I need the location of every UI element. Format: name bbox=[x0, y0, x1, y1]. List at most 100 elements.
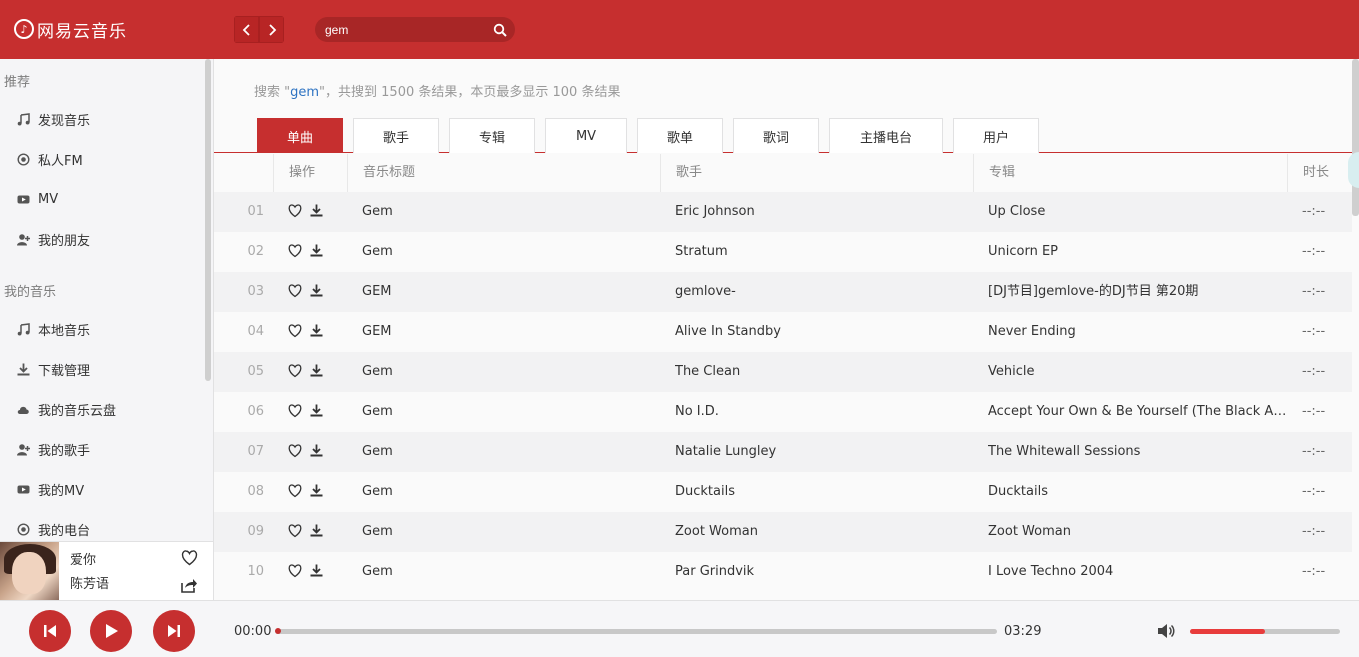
sidebar-scrollbar[interactable] bbox=[205, 59, 211, 381]
now-playing-artist[interactable]: 陈芳语 bbox=[70, 573, 109, 592]
share-icon[interactable] bbox=[181, 578, 197, 593]
download-icon[interactable] bbox=[310, 244, 323, 257]
heart-icon[interactable] bbox=[288, 284, 302, 298]
table-row[interactable]: 01 Gem Eric Johnson Up Close --:-- bbox=[214, 192, 1352, 232]
song-album[interactable]: Zoot Woman bbox=[988, 512, 1288, 552]
table-row[interactable]: 05 Gem The Clean Vehicle --:-- bbox=[214, 352, 1352, 392]
column-header-artist[interactable]: 歌手 bbox=[660, 154, 973, 192]
download-icon[interactable] bbox=[310, 204, 323, 217]
song-title[interactable]: Gem bbox=[362, 192, 652, 232]
table-row[interactable]: 10 Gem Par Grindvik I Love Techno 2004 --:-- bbox=[214, 552, 1352, 592]
song-title[interactable]: Gem bbox=[362, 352, 652, 392]
previous-button[interactable] bbox=[29, 610, 71, 652]
album-cover[interactable] bbox=[0, 542, 59, 601]
sidebar-item-my-artists[interactable]: 我的歌手 bbox=[0, 429, 204, 469]
app-logo[interactable]: ♪ 网易云音乐 bbox=[14, 16, 127, 42]
tab-radio-hosts[interactable]: 主播电台 bbox=[829, 118, 943, 153]
sidebar-item-my-mv[interactable]: 我的MV bbox=[0, 469, 204, 509]
song-album[interactable]: Accept Your Own & Be Yourself (The Black… bbox=[988, 392, 1288, 432]
song-title[interactable]: Gem bbox=[362, 232, 652, 272]
song-artist[interactable]: No I.D. bbox=[675, 392, 965, 432]
song-artist[interactable]: Par Grindvik bbox=[675, 552, 965, 592]
song-artist[interactable]: Eric Johnson bbox=[675, 192, 965, 232]
table-row[interactable]: 04 GEM Alive In Standby Never Ending --:-- bbox=[214, 312, 1352, 352]
table-row[interactable]: 06 Gem No I.D. Accept Your Own & Be Yoursel… bbox=[214, 392, 1352, 432]
tab-playlists[interactable]: 歌单 bbox=[637, 118, 723, 153]
sidebar-item-friends[interactable]: 我的朋友 bbox=[0, 219, 204, 259]
back-button[interactable] bbox=[234, 16, 259, 43]
sidebar-item-mv[interactable]: MV bbox=[0, 179, 204, 219]
song-title[interactable]: GEM bbox=[362, 312, 652, 352]
song-album[interactable]: [DJ节目]gemlove-的DJ节目 第20期 bbox=[988, 272, 1288, 312]
sidebar-item-personal-fm[interactable]: 私人FM bbox=[0, 139, 204, 179]
heart-icon[interactable] bbox=[181, 550, 198, 566]
table-row[interactable]: 09 Gem Zoot Woman Zoot Woman --:-- bbox=[214, 512, 1352, 552]
progress-handle[interactable] bbox=[275, 628, 281, 634]
sidebar-item-my-radio[interactable]: 我的电台 bbox=[0, 509, 204, 541]
heart-icon[interactable] bbox=[288, 484, 302, 498]
song-album[interactable]: Vehicle bbox=[988, 352, 1288, 392]
song-title[interactable]: Gem bbox=[362, 512, 652, 552]
heart-icon[interactable] bbox=[288, 404, 302, 418]
column-header-title[interactable]: 音乐标题 bbox=[347, 154, 660, 192]
tab-lyrics[interactable]: 歌词 bbox=[733, 118, 819, 153]
heart-icon[interactable] bbox=[288, 564, 302, 578]
table-row[interactable]: 07 Gem Natalie Lungley The Whitewall Sessio… bbox=[214, 432, 1352, 472]
sidebar-item-local-music[interactable]: 本地音乐 bbox=[0, 309, 204, 349]
song-album[interactable]: Ducktails bbox=[988, 472, 1288, 512]
heart-icon[interactable] bbox=[288, 364, 302, 378]
song-artist[interactable]: gemlove- bbox=[675, 272, 965, 312]
download-icon[interactable] bbox=[310, 404, 323, 417]
download-icon[interactable] bbox=[310, 564, 323, 577]
song-album[interactable]: Never Ending bbox=[988, 312, 1288, 352]
song-artist[interactable]: Natalie Lungley bbox=[675, 432, 965, 472]
song-album[interactable]: Up Close bbox=[988, 192, 1288, 232]
song-album[interactable]: The Whitewall Sessions bbox=[988, 432, 1288, 472]
download-icon[interactable] bbox=[310, 484, 323, 497]
heart-icon[interactable] bbox=[288, 444, 302, 458]
song-title[interactable]: Gem bbox=[362, 432, 652, 472]
sidebar-item-downloads[interactable]: 下载管理 bbox=[0, 349, 204, 389]
sidebar-item-discover[interactable]: 发现音乐 bbox=[0, 99, 204, 139]
table-row[interactable]: 08 Gem Ducktails Ducktails --:-- bbox=[214, 472, 1352, 512]
song-title[interactable]: Gem bbox=[362, 392, 652, 432]
now-playing-title[interactable]: 爱你 bbox=[70, 549, 96, 568]
column-header-album[interactable]: 专辑 bbox=[973, 154, 1287, 192]
tab-albums[interactable]: 专辑 bbox=[449, 118, 535, 153]
column-header-duration[interactable]: 时长 bbox=[1287, 154, 1352, 192]
song-artist[interactable]: Ducktails bbox=[675, 472, 965, 512]
next-button[interactable] bbox=[153, 610, 195, 652]
progress-bar[interactable] bbox=[275, 628, 997, 634]
forward-button[interactable] bbox=[259, 16, 284, 43]
song-title[interactable]: Gem bbox=[362, 472, 652, 512]
results-scrollbar[interactable] bbox=[1352, 59, 1359, 216]
download-icon[interactable] bbox=[310, 444, 323, 457]
song-album[interactable]: Unicorn EP bbox=[988, 232, 1288, 272]
heart-icon[interactable] bbox=[288, 244, 302, 258]
tab-artists[interactable]: 歌手 bbox=[353, 118, 439, 153]
download-icon[interactable] bbox=[310, 284, 323, 297]
download-icon[interactable] bbox=[310, 524, 323, 537]
song-artist[interactable]: Zoot Woman bbox=[675, 512, 965, 552]
play-button[interactable] bbox=[90, 610, 132, 652]
volume-slider[interactable] bbox=[1190, 629, 1340, 634]
volume-icon[interactable] bbox=[1157, 623, 1175, 639]
sidebar-item-cloud[interactable]: 我的音乐云盘 bbox=[0, 389, 204, 429]
song-album[interactable]: I Love Techno 2004 bbox=[988, 552, 1288, 592]
song-artist[interactable]: The Clean bbox=[675, 352, 965, 392]
tab-songs[interactable]: 单曲 bbox=[257, 118, 343, 153]
table-row[interactable]: 03 GEM gemlove- [DJ节目]gemlove-的DJ节目 第20期 --:… bbox=[214, 272, 1352, 312]
heart-icon[interactable] bbox=[288, 324, 302, 338]
download-icon[interactable] bbox=[310, 364, 323, 377]
song-artist[interactable]: Alive In Standby bbox=[675, 312, 965, 352]
heart-icon[interactable] bbox=[288, 204, 302, 218]
song-title[interactable]: GEM bbox=[362, 272, 652, 312]
song-artist[interactable]: Stratum bbox=[675, 232, 965, 272]
search-icon[interactable] bbox=[493, 23, 507, 37]
tab-mv[interactable]: MV bbox=[545, 118, 627, 153]
table-row[interactable]: 02 Gem Stratum Unicorn EP --:-- bbox=[214, 232, 1352, 272]
tab-users[interactable]: 用户 bbox=[953, 118, 1039, 153]
song-title[interactable]: Gem bbox=[362, 552, 652, 592]
download-icon[interactable] bbox=[310, 324, 323, 337]
heart-icon[interactable] bbox=[288, 524, 302, 538]
